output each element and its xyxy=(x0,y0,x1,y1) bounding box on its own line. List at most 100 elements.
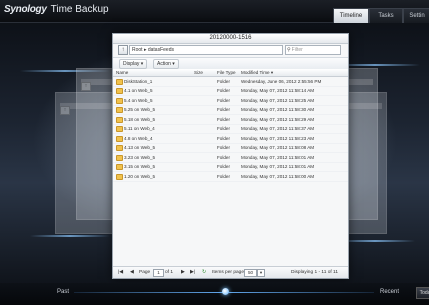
file-modified: Monday, May 07, 2012 11:58:23 AM xyxy=(241,135,315,141)
folder-icon xyxy=(116,78,123,85)
page-number-input[interactable]: 1 xyxy=(153,269,164,277)
column-header-name[interactable]: Name xyxy=(116,70,128,75)
timeline-bar: Past Recent Toda xyxy=(0,283,429,305)
file-name: 3.15 on Web_5 xyxy=(124,164,156,169)
folder-icon xyxy=(116,154,123,161)
page-label: Page xyxy=(139,269,151,275)
file-modified: Monday, May 07, 2012 11:58:37 AM xyxy=(241,126,315,131)
file-modified: Monday, May 07, 2012 11:58:14 AM xyxy=(241,88,315,93)
first-page-icon[interactable]: |◀ xyxy=(118,270,123,275)
folder-icon xyxy=(116,116,123,123)
file-modified: Monday, May 07, 2012 11:58:00 AM xyxy=(241,173,315,179)
folder-icon xyxy=(116,135,123,142)
folder-icon xyxy=(116,107,123,114)
file-type: Folder xyxy=(217,173,231,179)
file-name: 5.11 on Web_4 xyxy=(124,126,155,131)
tab-label: Tasks xyxy=(378,13,394,19)
folder-icon xyxy=(116,173,123,180)
file-modified: Monday, May 07, 2012 11:58:01 AM xyxy=(241,164,315,169)
folder-icon xyxy=(116,145,123,152)
displaying-status: Displaying 1 - 11 of 11 xyxy=(291,269,339,275)
search-icon: ⚲ xyxy=(287,47,291,53)
folder-icon xyxy=(116,164,123,171)
filter-input[interactable]: ⚲Filter xyxy=(285,45,341,55)
file-type: Folder xyxy=(217,126,231,131)
table-row[interactable]: 1.20 on Web_5 Folder Monday, May 07, 201… xyxy=(113,172,348,182)
table-row[interactable]: 5.4 on Web_5 Folder Monday, May 07, 2012… xyxy=(113,96,348,106)
file-type: Folder xyxy=(217,135,231,141)
last-page-icon[interactable]: ▶| xyxy=(190,270,195,275)
timeline-recent-label: Recent xyxy=(380,289,400,295)
file-type: Folder xyxy=(217,78,231,84)
per-page-label: Items per page xyxy=(212,269,244,275)
file-type: Folder xyxy=(217,164,231,169)
file-name: 3.23 on Web_5 xyxy=(124,154,156,160)
per-page-dropdown-icon[interactable]: ▾ xyxy=(257,269,265,277)
file-modified: Monday, May 07, 2012 11:58:08 AM xyxy=(241,145,315,150)
timeline-past-label: Past xyxy=(57,289,70,295)
up-arrow-icon: ↑ xyxy=(121,47,125,53)
file-modified: Monday, May 07, 2012 11:58:29 AM xyxy=(241,116,315,122)
next-page-icon[interactable]: ▶ xyxy=(181,270,185,275)
light-beam xyxy=(30,235,110,237)
tab-timeline[interactable]: Timeline xyxy=(333,8,369,23)
top-bar: Synology Time Backup Timeline Tasks Setti… xyxy=(0,0,429,23)
file-name: 4.1 on Web_5 xyxy=(124,88,153,93)
pager: |◀ ◀ Page 1 of 1 ▶ ▶| ↻ Items per page 5… xyxy=(113,266,348,278)
refresh-icon[interactable]: ↻ xyxy=(202,270,206,275)
page-of-label: of 1 xyxy=(165,269,174,275)
table-row[interactable]: DiskStation_1 Folder Wednesday, June 06,… xyxy=(113,77,348,87)
file-name: 5.4 on Web_5 xyxy=(124,97,153,103)
ghost-up-button: ↑ xyxy=(60,106,70,115)
app-logo: Synology Time Backup xyxy=(4,4,109,15)
snapshot-window: 20120000-1516 ↑ Root ▸ datasFeeds ⚲Filte… xyxy=(112,33,349,279)
tab-tasks[interactable]: Tasks xyxy=(369,8,403,23)
display-menu-button[interactable]: Display ▾ xyxy=(119,59,148,69)
tab-label: Settin xyxy=(409,13,425,19)
filter-placeholder: Filter xyxy=(291,47,303,53)
column-header-modified[interactable]: Modified Time ▾ xyxy=(241,70,273,76)
tab-label: Timeline xyxy=(339,13,363,19)
table-row[interactable]: 3.23 on Web_5 Folder Monday, May 07, 201… xyxy=(113,153,348,163)
file-list: DiskStation_1 Folder Wednesday, June 06,… xyxy=(113,77,348,182)
table-row[interactable]: 5.11 on Web_4 Folder Monday, May 07, 201… xyxy=(113,125,348,134)
table-row[interactable]: 4.8 on Web_4 Folder Monday, May 07, 2012… xyxy=(113,134,348,144)
file-type: Folder xyxy=(217,145,231,150)
table-row[interactable]: 5.25 on Web_5 Folder Monday, May 07, 201… xyxy=(113,106,348,115)
path-field[interactable]: Root ▸ datasFeeds xyxy=(129,45,283,55)
file-type: Folder xyxy=(217,116,231,122)
file-modified: Monday, May 07, 2012 11:58:25 AM xyxy=(241,97,315,103)
action-menu-button[interactable]: Action ▾ xyxy=(153,59,179,69)
column-header-type[interactable]: File Type xyxy=(217,70,236,75)
grid-header: Name Size File Type Modified Time ▾ xyxy=(113,69,348,77)
file-type: Folder xyxy=(217,88,231,93)
window-title: 20120000-1516 xyxy=(113,34,348,44)
file-type: Folder xyxy=(217,154,231,160)
today-button[interactable]: Toda xyxy=(416,287,429,299)
path-bar: ↑ Root ▸ datasFeeds ⚲Filter xyxy=(113,44,348,56)
file-modified: Monday, May 07, 2012 11:58:01 AM xyxy=(241,154,315,160)
brand-name: Synology xyxy=(4,4,47,15)
file-name: 4.13 on Web_5 xyxy=(124,145,156,150)
file-name: 4.8 on Web_4 xyxy=(124,135,153,141)
tab-settings[interactable]: Settin xyxy=(403,8,429,23)
table-row[interactable]: 4.13 on Web_5 Folder Monday, May 07, 201… xyxy=(113,144,348,153)
app-title: Time Backup xyxy=(50,4,109,15)
folder-icon xyxy=(116,126,123,133)
timeline-slider-knob[interactable] xyxy=(222,288,229,295)
prev-page-icon[interactable]: ◀ xyxy=(130,270,134,275)
table-row[interactable]: 3.15 on Web_5 Folder Monday, May 07, 201… xyxy=(113,163,348,172)
file-name: DiskStation_1 xyxy=(124,78,153,84)
file-type: Folder xyxy=(217,97,231,103)
column-header-size[interactable]: Size xyxy=(194,70,203,75)
folder-icon xyxy=(116,97,123,104)
file-modified: Wednesday, June 06, 2012 2:55:56 PM xyxy=(241,78,322,84)
file-type: Folder xyxy=(217,107,231,112)
ghost-up-button: ↑ xyxy=(81,82,91,91)
file-name: 1.20 on Web_5 xyxy=(124,173,156,179)
file-name: 5.18 on Web_5 xyxy=(124,116,156,122)
table-row[interactable]: 4.1 on Web_5 Folder Monday, May 07, 2012… xyxy=(113,87,348,96)
up-folder-button[interactable]: ↑ xyxy=(118,45,128,55)
per-page-select[interactable]: 50 xyxy=(244,269,257,277)
table-row[interactable]: 5.18 on Web_5 Folder Monday, May 07, 201… xyxy=(113,115,348,125)
